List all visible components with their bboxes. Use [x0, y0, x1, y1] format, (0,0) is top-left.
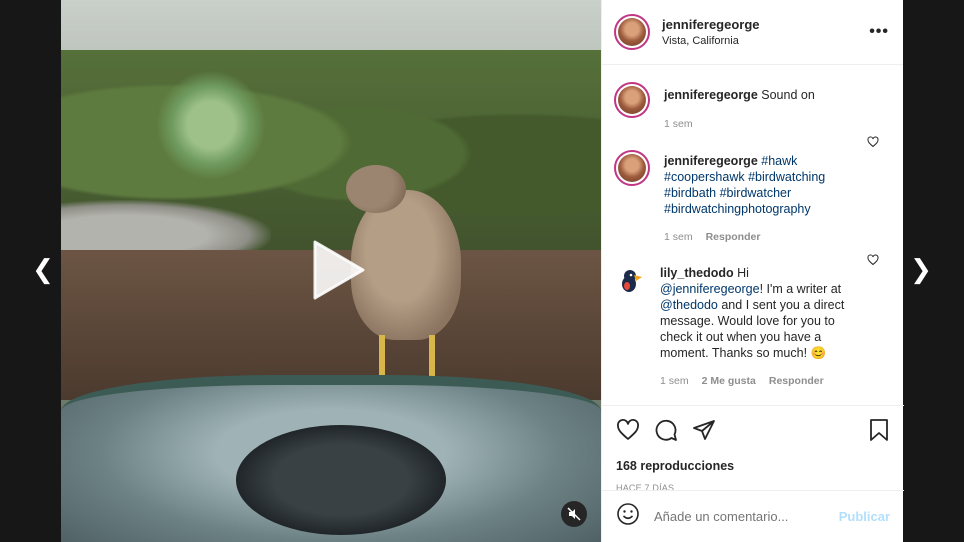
- list-item: jenniferegeorge #hawk #coopershawk #bird…: [602, 132, 904, 245]
- comment-icon[interactable]: [654, 418, 678, 447]
- video-agave: [156, 70, 266, 180]
- comment-username[interactable]: lily_thedodo: [660, 266, 734, 280]
- comment-time[interactable]: 1 sem: [664, 116, 693, 132]
- comment-like-heart-icon[interactable]: [867, 253, 879, 271]
- post-location[interactable]: Vista, California: [662, 35, 760, 47]
- hashtag-link[interactable]: #birdwatchingphotography: [664, 202, 811, 216]
- comment-time[interactable]: 1 sem: [664, 229, 693, 245]
- comment-like-heart-icon[interactable]: [867, 135, 879, 153]
- avatar[interactable]: [614, 82, 650, 118]
- muted-speaker-icon[interactable]: [561, 501, 587, 527]
- post-side-panel: jenniferegeorge Vista, California ••• je…: [601, 0, 904, 542]
- smiley-icon[interactable]: [616, 502, 640, 531]
- comment-time[interactable]: 1 sem: [660, 373, 689, 389]
- avatar[interactable]: [614, 150, 650, 186]
- comment-text: Hi: [737, 266, 749, 280]
- comment-text: ! I'm a writer at: [759, 282, 842, 296]
- paper-plane-icon[interactable]: [692, 418, 716, 447]
- comment-likes-count[interactable]: 2 Me gusta: [702, 373, 756, 389]
- caption-comment: jenniferegeorge Sound on 1 sem: [602, 65, 904, 132]
- video-fountain: [236, 425, 446, 535]
- view-count[interactable]: 168 reproducciones: [616, 459, 890, 473]
- publish-button[interactable]: Publicar: [839, 509, 890, 524]
- bookmark-icon[interactable]: [868, 418, 890, 447]
- list-item: lily_thedodo Hi @jenniferegeorge! I'm a …: [602, 245, 904, 389]
- hashtag-link[interactable]: #hawk: [761, 154, 797, 168]
- hashtag-link[interactable]: #coopershawk: [664, 170, 745, 184]
- mention-link[interactable]: @thedodo: [660, 298, 718, 312]
- smiley-emoji: 😊: [810, 346, 827, 360]
- next-post-chevron-right-icon[interactable]: ❯: [906, 255, 936, 285]
- add-comment-bar: Publicar: [602, 490, 904, 542]
- comment-text: Sound on: [761, 88, 815, 102]
- previous-post-chevron-left-icon[interactable]: ❮: [28, 255, 58, 285]
- post-username[interactable]: jenniferegeorge: [662, 17, 760, 32]
- comment-username[interactable]: jenniferegeorge: [664, 154, 758, 168]
- more-options-icon[interactable]: •••: [869, 23, 889, 41]
- avatar[interactable]: [614, 265, 646, 297]
- action-bar: 168 reproducciones HACE 7 DÍAS: [602, 405, 904, 493]
- video-player[interactable]: [61, 0, 601, 542]
- hashtag-link[interactable]: #birdwatching: [748, 170, 825, 184]
- reply-button[interactable]: Responder: [769, 373, 824, 389]
- hashtag-link[interactable]: #birdbath: [664, 186, 716, 200]
- comment-username[interactable]: jenniferegeorge: [664, 88, 758, 102]
- reply-button[interactable]: Responder: [706, 229, 761, 245]
- post-modal: jenniferegeorge Vista, California ••• je…: [61, 0, 904, 542]
- heart-icon[interactable]: [616, 418, 640, 447]
- mention-link[interactable]: @jenniferegeorge: [660, 282, 760, 296]
- avatar[interactable]: [614, 14, 650, 50]
- comments-list[interactable]: jenniferegeorge Sound on 1 sem jennifere…: [602, 65, 904, 405]
- comment-input[interactable]: [654, 509, 824, 524]
- play-icon[interactable]: [305, 240, 365, 300]
- hashtag-link[interactable]: #birdwatcher: [720, 186, 792, 200]
- post-header: jenniferegeorge Vista, California •••: [602, 0, 903, 65]
